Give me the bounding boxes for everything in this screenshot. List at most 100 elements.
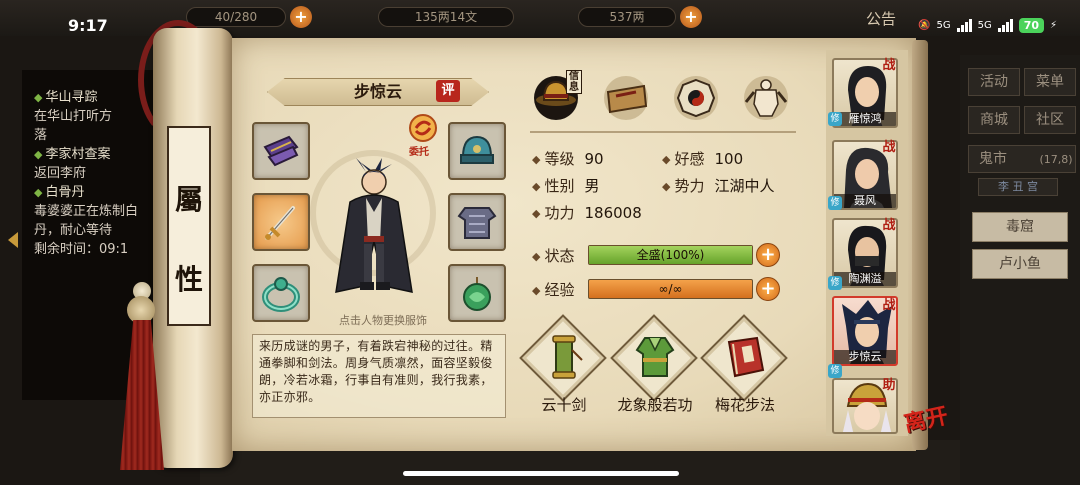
stamina-display: 40/280 xyxy=(186,7,286,27)
scroll-title-top: 屬 xyxy=(174,183,203,216)
quest-line: 返回李府 xyxy=(34,166,87,181)
diamond-icon: ◆ xyxy=(662,180,671,193)
equip-slot-gloves[interactable] xyxy=(252,122,310,180)
silver-value: 537两 xyxy=(609,10,645,24)
poison-cave-button[interactable]: 毒窟 xyxy=(972,212,1068,242)
battle-tag: 战 xyxy=(882,218,896,233)
coins-value: 135两14文 xyxy=(414,10,478,24)
signal2-icon xyxy=(997,18,1013,32)
character-figure[interactable] xyxy=(326,152,422,304)
stat-gender-value: 男 xyxy=(584,177,600,195)
stat-favor-label: 好感 xyxy=(674,150,705,168)
battery-level: 70 xyxy=(1018,17,1045,33)
exp-row: ◆ 经验 xyxy=(532,279,574,300)
jade-ring-icon xyxy=(262,277,300,312)
tab-info-label: 信息 xyxy=(566,70,582,94)
scroll-title: 屬 性 xyxy=(167,126,211,326)
state-label: 状态 xyxy=(544,247,575,265)
home-indicator[interactable] xyxy=(403,471,679,476)
quest-title[interactable]: 白骨丹 xyxy=(34,183,162,202)
stat-faction-value: 江湖中人 xyxy=(714,177,775,195)
equip-slot-helmet[interactable] xyxy=(448,122,506,180)
equip-slot-accessory[interactable] xyxy=(448,264,506,322)
equip-slot-weapon[interactable] xyxy=(252,193,310,251)
silver-display: 537两 xyxy=(578,7,676,27)
roster-name: 聂风 xyxy=(834,194,896,208)
exp-bar: ∞/∞ xyxy=(588,279,753,299)
diamond-icon: ◆ xyxy=(532,284,541,297)
coins-display: 135两14文 xyxy=(378,7,514,27)
net2-label: 5G xyxy=(977,19,992,31)
tab-body-icon[interactable] xyxy=(738,70,794,122)
exp-label: 经验 xyxy=(544,281,575,299)
entrust-icon[interactable] xyxy=(408,113,438,143)
battle-tag: 战 xyxy=(882,298,896,313)
assist-tag: 助 xyxy=(882,378,896,393)
character-name: 步惊云 xyxy=(353,82,402,101)
stat-gender-label: 性别 xyxy=(544,177,575,195)
diamond-icon: ◆ xyxy=(662,153,671,166)
skill-name: 云十剑 xyxy=(541,396,587,414)
tab-inventory-icon[interactable] xyxy=(598,70,654,122)
community-button[interactable]: 社区 xyxy=(1024,106,1076,134)
tassel-bead xyxy=(127,296,155,324)
divider xyxy=(530,131,796,133)
battle-tag: 战 xyxy=(882,58,896,73)
stat-level-value: 90 xyxy=(584,150,604,168)
diamond-icon: ◆ xyxy=(532,153,541,166)
state-bar: 全盛(100%) xyxy=(588,245,753,265)
stamina-value: 40/280 xyxy=(214,10,258,24)
stat-level-label: 等级 xyxy=(544,150,575,168)
charging-icon: ⚡ xyxy=(1050,19,1058,31)
scroll-title-bottom: 性 xyxy=(174,263,203,296)
roster-name: 陶渊溢 xyxy=(834,272,896,286)
stamina-plus-button[interactable]: + xyxy=(290,6,312,28)
book-icon xyxy=(727,336,765,378)
exp-bar-text: ∞/∞ xyxy=(658,282,683,296)
stat-power-value: 186008 xyxy=(584,204,642,222)
robe-icon xyxy=(635,337,675,377)
cultivate-badge: 修 xyxy=(828,112,842,126)
equip-slot-ring[interactable] xyxy=(252,264,310,322)
sword-icon xyxy=(265,206,295,240)
cultivate-badge: 修 xyxy=(828,276,842,290)
cultivate-badge: 修 xyxy=(828,196,842,210)
shop-button[interactable]: 商城 xyxy=(968,106,1020,134)
scroll-icon xyxy=(552,335,583,379)
stat-favor-value: 100 xyxy=(714,150,744,168)
exp-plus-button[interactable]: + xyxy=(756,277,780,301)
rate-button[interactable]: 评 xyxy=(436,80,460,102)
quest-line: 毒婆婆正在炼制白 xyxy=(34,204,139,219)
menu-button[interactable]: 菜单 xyxy=(1024,68,1076,96)
diamond-icon: ◆ xyxy=(532,207,541,220)
ghost-market-button[interactable]: 鬼市 (17,8) xyxy=(968,145,1076,173)
state-plus-button[interactable]: + xyxy=(756,243,780,267)
battle-tag: 战 xyxy=(882,140,896,155)
helmet-icon xyxy=(460,135,494,164)
roster-name: 雁惊鸿 xyxy=(834,112,896,126)
npc-button[interactable]: 卢小鱼 xyxy=(972,249,1068,279)
diamond-icon: ◆ xyxy=(532,250,541,263)
gloves-icon xyxy=(263,135,299,167)
collapse-arrow-icon[interactable] xyxy=(8,232,18,248)
quest-timer: 剩余时间：09:1 xyxy=(34,242,129,257)
stat-faction-label: 势力 xyxy=(674,177,705,195)
tab-bagua-icon[interactable] xyxy=(668,70,724,122)
state-row: ◆ 状态 xyxy=(532,245,574,266)
activity-button[interactable]: 活动 xyxy=(968,68,1020,96)
silver-plus-button[interactable]: + xyxy=(680,6,702,28)
status-icons: 🔕 5G 5G 70 ⚡ xyxy=(918,14,1057,36)
stat-power-label: 功力 xyxy=(544,204,575,222)
ghost-market-label: 鬼市 xyxy=(979,151,1007,167)
quest-title[interactable]: 李家村查案 xyxy=(34,145,162,164)
equip-slot-armor[interactable] xyxy=(448,193,506,251)
diamond-icon: ◆ xyxy=(532,180,541,193)
jade-pendant-icon xyxy=(463,277,491,311)
ghost-market-coords: (17,8) xyxy=(1039,153,1073,166)
quest-line: 落 xyxy=(34,128,48,143)
change-outfit-hint: 点击人物更换服饰 xyxy=(339,314,427,327)
stat-faction: ◆ 势力 江湖中人 xyxy=(662,175,775,196)
skill-name: 梅花步法 xyxy=(714,396,775,414)
cultivate-badge: 修 xyxy=(828,364,842,378)
notice-button[interactable]: 公告 xyxy=(866,8,896,29)
